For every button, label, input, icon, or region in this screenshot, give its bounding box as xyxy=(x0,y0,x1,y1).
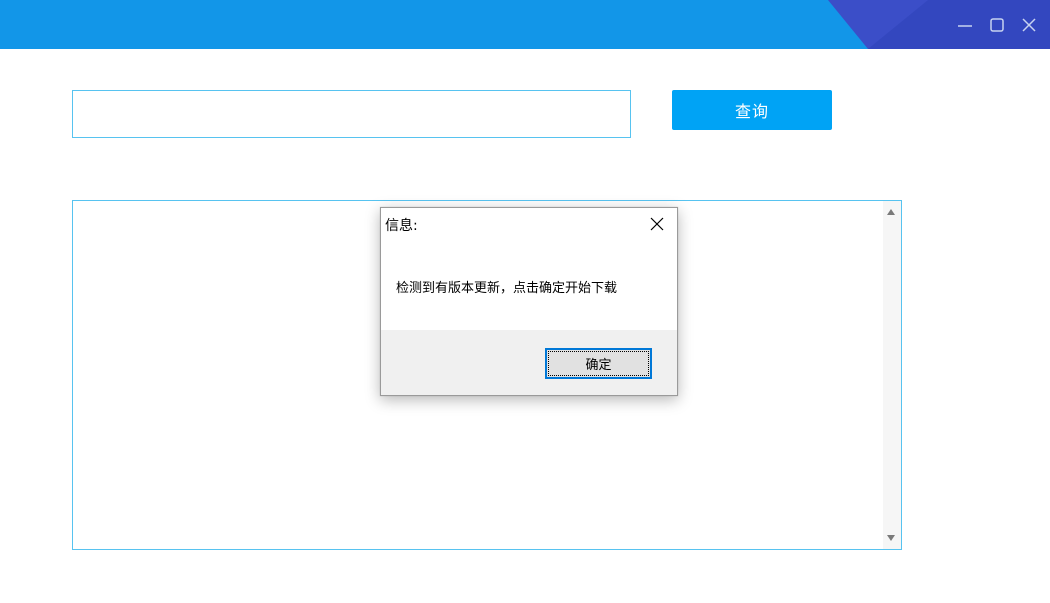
query-button[interactable]: 查询 xyxy=(672,90,832,130)
window-controls xyxy=(956,12,1038,38)
dialog-title: 信息: xyxy=(385,218,418,234)
dialog-footer: 确定 xyxy=(381,330,677,395)
title-bar-accent-shape xyxy=(828,0,1050,49)
dialog-close-icon[interactable] xyxy=(647,214,667,234)
title-bar xyxy=(0,0,1050,49)
close-icon[interactable] xyxy=(1020,16,1038,34)
message-dialog: 信息: 检测到有版本更新，点击确定开始下载 确定 xyxy=(380,207,678,396)
scroll-up-arrow-icon[interactable] xyxy=(887,209,895,215)
maximize-icon[interactable] xyxy=(988,16,1006,34)
minimize-icon[interactable] xyxy=(956,16,974,34)
dialog-ok-button[interactable]: 确定 xyxy=(545,348,652,379)
vertical-scrollbar[interactable] xyxy=(883,201,901,549)
dialog-message: 检测到有版本更新，点击确定开始下载 xyxy=(396,281,618,296)
scroll-down-arrow-icon[interactable] xyxy=(887,535,895,541)
search-input[interactable] xyxy=(72,90,631,138)
